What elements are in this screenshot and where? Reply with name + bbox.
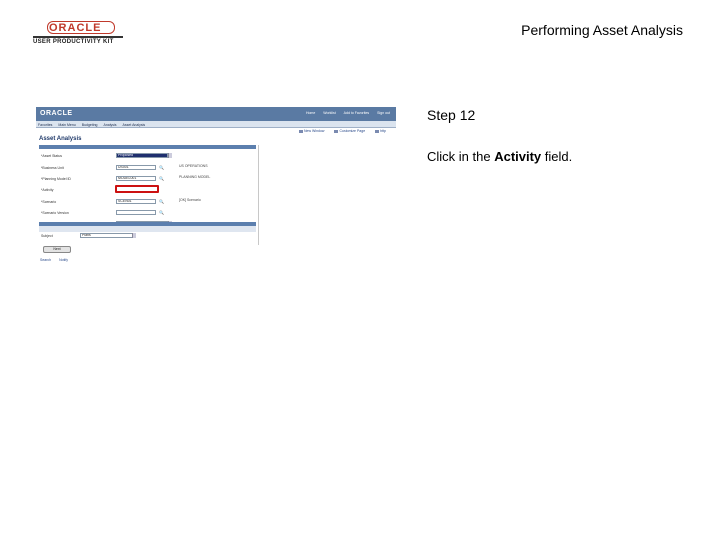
lookup-icon[interactable]: 🔍 <box>159 176 164 181</box>
menu-favorites[interactable]: Favorites <box>38 123 52 127</box>
field-label: *Activity <box>41 188 54 192</box>
form-row-scenario: *Scenario SCEN01 🔍 [OK] Scenario <box>39 198 256 205</box>
menu-asset-analysis[interactable]: Asset Analysis <box>123 123 146 127</box>
field-label: *Planning Model ID <box>41 177 71 181</box>
top-link-favorites[interactable]: Add to Favorites <box>344 111 369 115</box>
form-row-scenario-version: *Scenario Version 🔍 <box>39 210 256 216</box>
app-page-links: New Window Customize Page http <box>299 129 386 133</box>
form-row-subject: Subject Plans <box>39 233 256 239</box>
step-number: Step 12 <box>427 107 476 123</box>
top-link-worklist[interactable]: Worklist <box>323 111 335 115</box>
top-link-home[interactable]: Home <box>306 111 315 115</box>
chevron-down-icon[interactable] <box>132 233 136 238</box>
top-link-signout[interactable]: Sign out <box>377 111 390 115</box>
menu-analysis[interactable]: Analysis <box>104 123 117 127</box>
scenario-input[interactable]: SCEN01 <box>116 199 156 204</box>
display-options-subheader <box>39 226 256 232</box>
form-row-planning-model: *Planning Model ID MODEL001 🔍 PLANNING M… <box>39 175 256 182</box>
application-screenshot: ORACLE Home Worklist Add to Favorites Si… <box>36 107 396 267</box>
criteria-panel-header <box>39 145 256 149</box>
subject-select[interactable]: Plans <box>80 233 135 238</box>
app-footer-links: Search Notify <box>40 258 68 262</box>
document-title: Performing Asset Analysis <box>521 22 683 38</box>
chevron-down-icon[interactable] <box>168 153 172 158</box>
app-page-title: Asset Analysis <box>39 136 82 142</box>
field-description: US OPERATIONS <box>179 164 208 168</box>
step-instruction: Click in the Activity field. <box>427 149 573 164</box>
new-window-link[interactable]: New Window <box>299 129 324 133</box>
footer-link-notify[interactable]: Notify <box>59 258 68 262</box>
menu-budgeting[interactable]: Budgeting <box>82 123 98 127</box>
oracle-upk-logo: ORACLE USER PRODUCTIVITY KIT <box>33 21 125 48</box>
oracle-logo-text: ORACLE <box>49 22 102 34</box>
activity-field-highlight[interactable] <box>115 185 159 193</box>
customize-icon <box>334 129 339 133</box>
customize-page-link[interactable]: Customize Page <box>334 129 365 133</box>
lookup-icon[interactable]: 🔍 <box>159 199 164 204</box>
scenario-version-input[interactable] <box>116 210 156 215</box>
field-name-activity: Activity <box>494 149 542 164</box>
lookup-icon[interactable]: 🔍 <box>159 165 164 170</box>
field-description: PLANNING MODEL <box>179 175 211 179</box>
lookup-icon[interactable]: 🔍 <box>159 210 164 215</box>
asset-status-select[interactable]: Proposed <box>116 153 168 158</box>
upk-logo-text: USER PRODUCTIVITY KIT <box>33 39 114 45</box>
field-description: [OK] Scenario <box>179 198 201 202</box>
http-icon <box>375 129 380 133</box>
field-label: *Business Unit <box>41 166 64 170</box>
footer-link-search[interactable]: Search <box>40 258 51 262</box>
planning-model-input[interactable]: MODEL001 <box>116 176 156 181</box>
logo-divider <box>33 36 123 38</box>
field-label: *Asset Status <box>41 154 63 158</box>
business-unit-input[interactable]: US001 <box>116 165 156 170</box>
next-button[interactable]: Next <box>43 246 71 253</box>
form-row-business-unit: *Business Unit US001 🔍 US OPERATIONS <box>39 164 256 171</box>
app-header-bar: ORACLE Home Worklist Add to Favorites Si… <box>36 107 396 121</box>
field-label: Subject <box>41 234 53 238</box>
field-label: *Scenario Version <box>41 211 69 215</box>
menu-main[interactable]: Main Menu <box>58 123 75 127</box>
app-breadcrumb: Favorites Main Menu Budgeting Analysis A… <box>38 123 145 127</box>
vertical-divider <box>258 145 259 245</box>
new-window-icon <box>299 129 304 133</box>
field-label: *Scenario <box>41 200 57 204</box>
app-top-links: Home Worklist Add to Favorites Sign out <box>306 111 390 115</box>
app-oracle-logo: ORACLE <box>40 110 73 117</box>
http-link[interactable]: http <box>375 129 386 133</box>
form-row-asset-status: *Asset Status Proposed <box>39 153 256 159</box>
